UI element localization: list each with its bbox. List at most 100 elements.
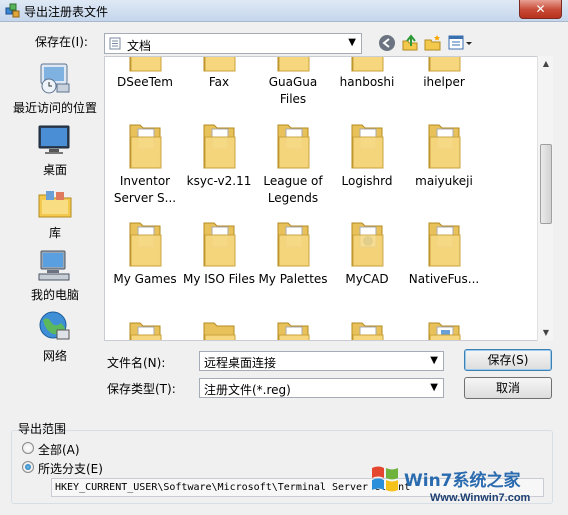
folder-item[interactable]: DSeeTem	[108, 57, 182, 111]
radio-all-label[interactable]: 全部(A)	[38, 441, 80, 458]
folder-label: My Palettes	[258, 272, 328, 286]
folder-label: NativeFus...	[408, 272, 480, 286]
folder-item[interactable]: My ISO Files	[182, 219, 256, 304]
up-folder-icon[interactable]	[401, 34, 419, 52]
folder-icon	[129, 57, 162, 72]
watermark-url: Www.Winwin7.com	[430, 492, 531, 504]
place-desktop[interactable]: 桌面	[7, 124, 103, 180]
computer-icon	[38, 250, 70, 281]
folder-item[interactable]: GuaGua Files	[256, 57, 330, 111]
close-button[interactable]: ✕	[519, 0, 562, 19]
place-label: 库	[48, 226, 61, 240]
folder-icon	[203, 322, 236, 340]
desktop-icon	[38, 125, 70, 154]
vertical-scrollbar[interactable]: ▲ ▼	[537, 56, 553, 341]
folder-label: Logishrd	[341, 174, 393, 188]
folder-icon	[129, 322, 162, 340]
folder-item[interactable]	[330, 319, 404, 340]
filename-value: 远程桌面连接	[204, 356, 277, 370]
place-network[interactable]: 网络	[7, 310, 103, 366]
folder-label: League of Legends	[263, 174, 323, 205]
folder-item[interactable]: ihelper	[407, 57, 481, 111]
folder-item[interactable]	[256, 319, 330, 340]
folder-icon	[203, 124, 236, 169]
chevron-down-icon[interactable]: ▼	[430, 355, 438, 366]
folder-label: ksyc-v2.11	[186, 174, 252, 188]
watermark-title: Win7系统之家	[404, 471, 521, 491]
place-label: 最近访问的位置	[12, 101, 97, 115]
folder-item[interactable]: Fax	[182, 57, 256, 111]
filename-input[interactable]: 远程桌面连接 ▼	[199, 351, 444, 371]
folder-item[interactable]	[407, 319, 481, 340]
folder-item[interactable]: ksyc-v2.11	[182, 121, 256, 206]
folder-label: My ISO Files	[182, 272, 256, 286]
place-label: 桌面	[42, 163, 67, 177]
radio-selected-branch-label[interactable]: 所选分支(E)	[38, 460, 103, 477]
place-recent[interactable]: 最近访问的位置	[7, 62, 103, 118]
title-bar: 导出注册表文件 ✕	[0, 0, 568, 22]
save-in-dropdown[interactable]: 文档 ▼	[104, 33, 362, 54]
cancel-button[interactable]: 取消	[464, 377, 552, 399]
save-in-label: 保存在(I):	[35, 35, 88, 49]
folder-item[interactable]: My Palettes	[256, 219, 330, 304]
folder-label: Fax	[208, 75, 230, 89]
folder-item[interactable]: maiyukeji	[407, 121, 481, 206]
regedit-icon	[5, 3, 20, 18]
folder-item[interactable]: League of Legends	[256, 121, 330, 206]
radio-all[interactable]	[22, 442, 34, 454]
folder-item[interactable]: My Games	[108, 219, 182, 304]
scroll-down-icon[interactable]: ▼	[538, 325, 554, 341]
new-folder-icon[interactable]	[424, 34, 442, 52]
folder-icon	[351, 57, 384, 72]
place-libraries[interactable]: 库	[7, 187, 103, 243]
windows-logo-icon	[372, 466, 398, 492]
folder-label: Inventor Server S...	[113, 174, 177, 205]
folder-icon	[129, 124, 162, 169]
folder-icon	[277, 124, 310, 169]
documents-folder-icon	[109, 37, 121, 50]
save-in-value: 文档	[127, 39, 152, 53]
export-range-title: 导出范围	[18, 422, 67, 436]
filename-label: 文件名(N):	[107, 356, 166, 370]
file-list[interactable]: DSeeTem Fax GuaGua Files hanboshi ihelpe…	[104, 56, 553, 341]
scroll-up-icon[interactable]: ▲	[538, 56, 554, 72]
filetype-dropdown[interactable]: 注册文件(*.reg) ▼	[199, 378, 444, 398]
folder-item[interactable]: NativeFus...	[407, 219, 481, 304]
place-label: 网络	[42, 349, 67, 363]
folder-label: DSeeTem	[117, 75, 173, 89]
place-computer[interactable]: 我的电脑	[7, 249, 103, 305]
network-icon	[39, 311, 70, 340]
recent-places-icon	[40, 63, 70, 94]
folder-item[interactable]	[108, 319, 182, 340]
folder-item[interactable]: Inventor Server S...	[108, 121, 182, 206]
filetype-label: 保存类型(T):	[107, 382, 176, 396]
folder-item[interactable]: hanboshi	[330, 57, 404, 111]
folder-label: MyCAD	[345, 272, 389, 286]
folder-icon	[351, 222, 384, 267]
radio-selected-branch[interactable]	[22, 461, 34, 473]
folder-item[interactable]: MyCAD	[330, 219, 404, 304]
folder-icon	[428, 222, 461, 267]
filetype-value: 注册文件(*.reg)	[204, 383, 291, 397]
folder-icon	[277, 222, 310, 267]
folder-label: ihelper	[423, 75, 465, 89]
places-bar: 最近访问的位置 桌面 库 我的电脑 网络	[7, 56, 103, 363]
folder-label: My Games	[113, 272, 177, 286]
folder-label: hanboshi	[339, 75, 395, 89]
folder-item[interactable]: Logishrd	[330, 121, 404, 206]
folder-item[interactable]	[182, 319, 256, 340]
folder-icon	[129, 222, 162, 267]
chevron-down-icon[interactable]: ▼	[430, 382, 438, 393]
view-menu-icon[interactable]	[448, 34, 474, 52]
place-label: 我的电脑	[30, 288, 79, 302]
save-button[interactable]: 保存(S)	[464, 349, 552, 371]
scroll-thumb[interactable]	[540, 144, 552, 224]
folder-label: maiyukeji	[415, 174, 473, 188]
chevron-down-icon: ▼	[348, 37, 356, 48]
folder-label: GuaGua Files	[268, 75, 318, 106]
folder-icon	[351, 124, 384, 169]
folder-icon	[428, 57, 461, 72]
folder-icon	[203, 222, 236, 267]
back-icon[interactable]	[378, 34, 396, 52]
libraries-icon	[38, 191, 72, 218]
